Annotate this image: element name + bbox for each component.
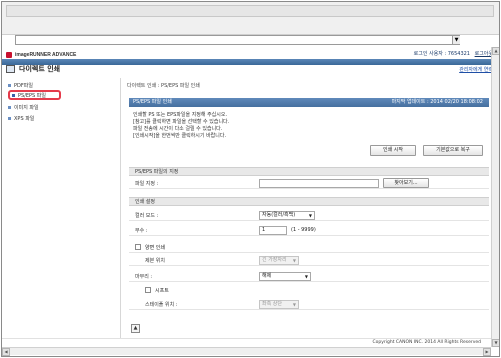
duplex-row: 양면 인쇄: [129, 241, 489, 253]
address-dropdown-icon[interactable]: ▼: [452, 36, 460, 44]
staple-label: 스테이플 위치 :: [145, 302, 178, 308]
copyright: Copyright CANON INC. 2014 All Rights Res…: [372, 340, 481, 345]
scroll-down-icon[interactable]: ▼: [492, 339, 499, 347]
instruction-line: [인쇄시작]을 한번씩만 클릭하시기 바랍니다.: [133, 133, 227, 139]
copies-row: 부수 : 1 (1 - 9999): [129, 224, 489, 236]
sidebar-item-image[interactable]: 이미지 파일: [8, 102, 39, 112]
copies-input[interactable]: 1: [259, 226, 287, 235]
brand-logo: imageRUNNER ADVANCE: [6, 51, 76, 59]
instruction-line: 인쇄할 PS 또는 EPS파일을 지정해 주십시오.: [133, 112, 228, 118]
chevron-down-icon: ▼: [308, 213, 312, 218]
brand-name: imageRUNNER ADVANCE: [15, 52, 77, 58]
sidebar-item-pdf[interactable]: PDF파일: [8, 80, 33, 90]
print-section-title: PS/EPS 파일 인쇄: [133, 99, 172, 105]
page-title-row: 다이렉트 인쇄: [6, 64, 60, 74]
finishing-label: 마무리 :: [135, 274, 153, 280]
start-print-button[interactable]: 인쇄 시작: [370, 145, 416, 156]
contact-admin-link[interactable]: 관리자에게 연락: [459, 66, 493, 73]
canon-logo-icon: [6, 52, 12, 58]
finishing-row: 마무리 : 해제 ▼: [129, 270, 489, 282]
bullet-icon: [8, 116, 11, 120]
file-section-header: PS/EPS 파일의 지정: [129, 167, 489, 176]
back-to-top-icon[interactable]: ▲: [131, 324, 140, 333]
sidebar-item-ps-eps[interactable]: PS/EPS 파일: [8, 90, 61, 100]
instruction-line: [참고]를 클릭하면 파일을 선택할 수 있습니다.: [133, 119, 230, 125]
browse-button[interactable]: 찾아보기...: [383, 178, 429, 188]
chevron-down-icon: ▼: [304, 274, 308, 279]
sidebar-item-label: PDF파일: [14, 82, 33, 89]
file-path-input[interactable]: [259, 179, 379, 188]
shift-label: 시프트: [155, 288, 169, 294]
header-band: [2, 59, 491, 65]
sidebar-item-label: XPS 파일: [14, 115, 35, 122]
browser-toolbar: [2, 2, 499, 35]
reset-defaults-button[interactable]: 기본값으로 복구: [423, 145, 483, 156]
settings-section-header: 인쇄 설정: [129, 197, 489, 206]
copies-range: (1 - 9999): [291, 227, 316, 233]
last-updated: 마지막 업데이트 : 2014 02/20 18:08:02: [391, 99, 483, 105]
binding-row: 제본 위치 긴 가장자리 ▼: [129, 254, 489, 266]
login-info: 로그인 사용자 : 7654321 로그아웃: [414, 50, 493, 57]
staple-row: 스테이플 위치 : 좌측 상단 ▼: [129, 298, 489, 310]
scroll-right-icon[interactable]: ▶: [483, 348, 491, 356]
file-select-row: 파일 지정 : 찾아보기...: [129, 177, 489, 189]
bullet-icon: [12, 93, 15, 97]
sidebar-item-label: PS/EPS 파일: [18, 92, 47, 99]
main-content: 다이렉트 인쇄 : PS/EPS 파일 인쇄 PS/EPS 파일 인쇄 마지막 …: [127, 78, 489, 346]
page-title: 다이렉트 인쇄: [19, 65, 61, 73]
login-user: 로그인 사용자 : 7654321: [413, 51, 470, 57]
finishing-select[interactable]: 해제 ▼: [259, 272, 311, 281]
sidebar-item-xps[interactable]: XPS 파일: [8, 113, 34, 123]
binding-label: 제본 위치: [145, 258, 165, 264]
shift-checkbox[interactable]: [145, 287, 151, 293]
bullet-icon: [8, 105, 11, 109]
sidebar-item-label: 이미지 파일: [14, 104, 39, 111]
breadcrumb: 다이렉트 인쇄 : PS/EPS 파일 인쇄: [127, 83, 200, 89]
browser-window: ▼ imageRUNNER ADVANCE 로그인 사용자 : 7654321 …: [1, 1, 500, 357]
color-mode-select[interactable]: 자동(컬러/흑백) ▼: [259, 211, 315, 220]
chevron-down-icon: ▼: [292, 302, 296, 307]
direct-print-icon: [6, 65, 15, 73]
color-mode-label: 컬러 모드 :: [135, 213, 159, 219]
bullet-icon: [8, 83, 11, 87]
instruction-line: 파일 전송에 시간이 다소 걸릴 수 있습니다.: [133, 126, 223, 132]
scroll-left-icon[interactable]: ◀: [2, 348, 10, 356]
print-section-header: PS/EPS 파일 인쇄 마지막 업데이트 : 2014 02/20 18:08…: [129, 98, 489, 107]
staple-select[interactable]: 좌측 상단 ▼: [259, 300, 299, 309]
copies-label: 부수 :: [135, 228, 148, 234]
footer: Copyright CANON INC. 2014 All Rights Res…: [2, 338, 491, 347]
shift-row: 시프트: [129, 284, 489, 296]
sidebar: PDF파일 PS/EPS 파일 이미지 파일 XPS 파일: [4, 78, 121, 346]
file-label: 파일 지정 :: [135, 181, 159, 187]
duplex-checkbox[interactable]: [135, 244, 141, 250]
scroll-up-icon[interactable]: ▲: [492, 47, 499, 55]
browser-tabs-bar: [6, 5, 494, 17]
address-bar[interactable]: [15, 35, 460, 45]
binding-select[interactable]: 긴 가장자리 ▼: [259, 256, 299, 265]
vertical-scrollbar[interactable]: ▲ ▼: [491, 47, 499, 347]
color-mode-row: 컬러 모드 : 자동(컬러/흑백) ▼: [129, 209, 489, 221]
duplex-label: 양면 인쇄: [145, 245, 165, 251]
horizontal-scrollbar[interactable]: ◀ ▶: [2, 347, 491, 356]
chevron-down-icon: ▼: [292, 258, 296, 263]
